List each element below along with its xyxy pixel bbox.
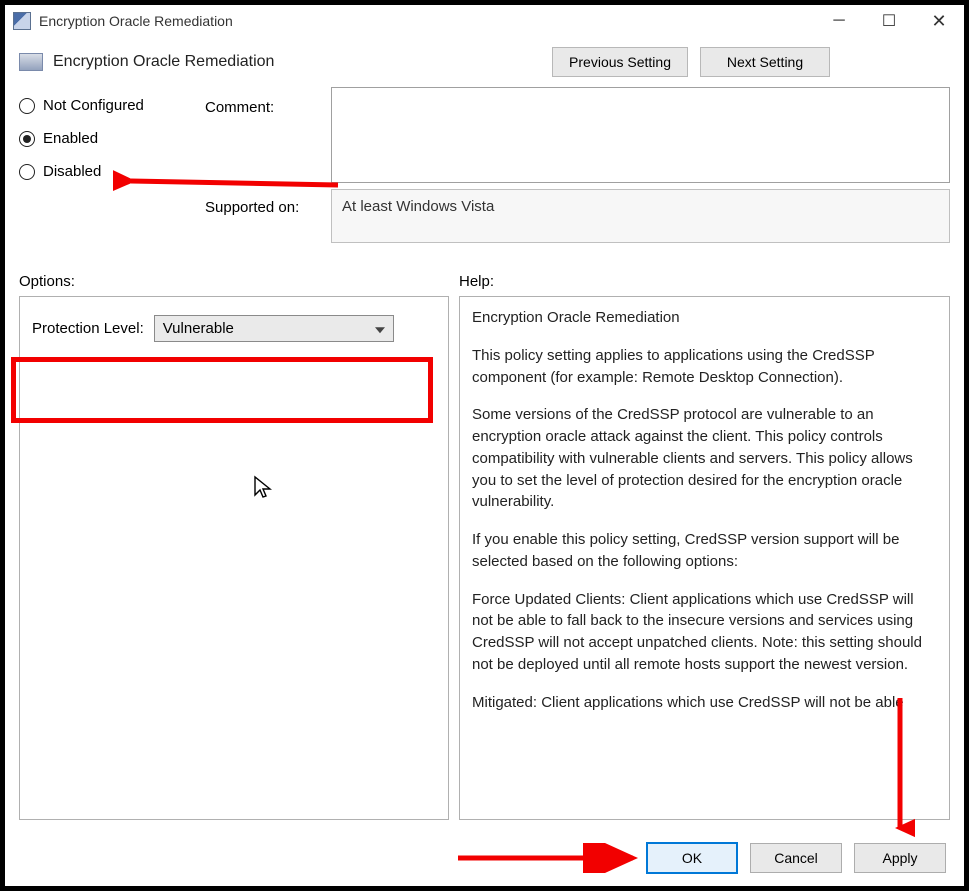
state-radio-group: Not Configured Enabled Disabled — [19, 87, 201, 180]
app-icon — [13, 12, 31, 30]
help-text: Force Updated Clients: Client applicatio… — [472, 589, 937, 676]
comment-label: Comment: — [205, 87, 327, 116]
help-section-label: Help: — [459, 273, 494, 290]
content-area: Not Configured Enabled Disabled Comment:… — [5, 85, 964, 830]
apply-button[interactable]: Apply — [854, 843, 946, 873]
supported-on-value: At least Windows Vista — [342, 198, 494, 215]
close-button[interactable]: ✕ — [914, 5, 964, 37]
cancel-button[interactable]: Cancel — [750, 843, 842, 873]
radio-label: Disabled — [43, 163, 101, 180]
options-section-label: Options: — [19, 273, 459, 290]
radio-not-configured[interactable]: Not Configured — [19, 97, 201, 114]
minimize-button[interactable]: ─ — [814, 5, 864, 37]
protection-level-select[interactable]: Vulnerable — [154, 315, 394, 342]
policy-title: Encryption Oracle Remediation — [53, 53, 274, 71]
radio-label: Enabled — [43, 130, 98, 147]
help-pane[interactable]: Encryption Oracle Remediation This polic… — [459, 296, 950, 820]
help-text: Encryption Oracle Remediation — [472, 307, 937, 329]
help-text: Some versions of the CredSSP protocol ar… — [472, 404, 937, 513]
header-row: Encryption Oracle Remediation Previous S… — [5, 37, 964, 85]
titlebar: Encryption Oracle Remediation ─ ☐ ✕ — [5, 5, 964, 37]
radio-icon — [19, 131, 35, 147]
policy-editor-window: Encryption Oracle Remediation ─ ☐ ✕ Encr… — [5, 5, 964, 886]
policy-icon — [19, 53, 43, 71]
maximize-button[interactable]: ☐ — [864, 5, 914, 37]
help-text: If you enable this policy setting, CredS… — [472, 529, 937, 573]
dialog-button-row: OK Cancel Apply — [5, 830, 964, 886]
radio-icon — [19, 164, 35, 180]
previous-setting-button[interactable]: Previous Setting — [552, 47, 688, 77]
window-title: Encryption Oracle Remediation — [39, 13, 233, 29]
supported-on-box: At least Windows Vista — [331, 189, 950, 243]
radio-label: Not Configured — [43, 97, 144, 114]
options-pane: Protection Level: Vulnerable — [19, 296, 449, 820]
radio-enabled[interactable]: Enabled — [19, 130, 201, 147]
comment-textarea[interactable] — [331, 87, 950, 183]
ok-button[interactable]: OK — [646, 842, 738, 874]
help-text: This policy setting applies to applicati… — [472, 345, 937, 389]
protection-level-value: Vulnerable — [163, 320, 234, 337]
radio-disabled[interactable]: Disabled — [19, 163, 201, 180]
protection-level-label: Protection Level: — [32, 320, 144, 337]
radio-icon — [19, 98, 35, 114]
supported-label: Supported on: — [205, 189, 327, 216]
window-controls: ─ ☐ ✕ — [814, 5, 964, 37]
next-setting-button[interactable]: Next Setting — [700, 47, 830, 77]
help-text: Mitigated: Client applications which use… — [472, 692, 937, 714]
